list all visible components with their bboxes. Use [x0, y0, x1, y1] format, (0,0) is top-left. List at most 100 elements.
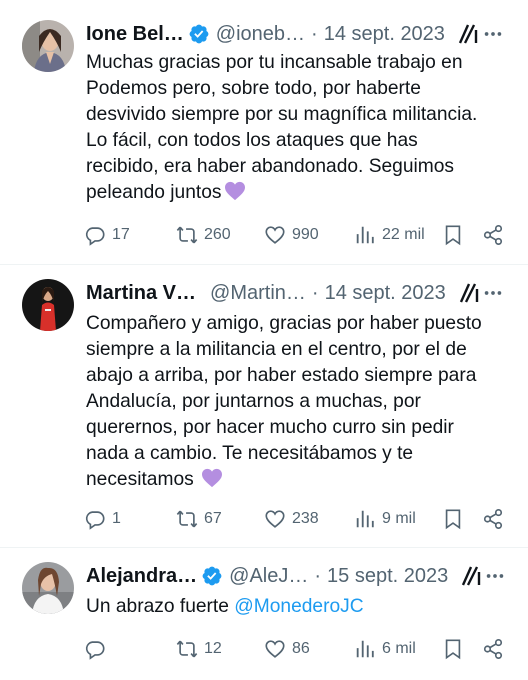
author-handle[interactable]: @Martin… [210, 282, 306, 305]
author-handle[interactable]: @AleJ… [229, 565, 308, 588]
heart-icon [265, 510, 285, 528]
tweet-actions: 17 260 990 22 mil [84, 222, 504, 248]
views-chart-icon [356, 226, 374, 244]
avatar[interactable] [22, 279, 74, 331]
retweet-count: 12 [204, 640, 222, 657]
tweet-text-line: Compañero y amigo, gracias por haber pue… [86, 313, 482, 334]
tweet-text-fragment: necesitamos [86, 469, 194, 490]
tweet-text-line: Lo fácil, con todos los ataques que has [86, 130, 418, 151]
retweet-icon [176, 226, 198, 244]
tweet-header: Ione Bel… @ioneb… · 14 sept. 2023 [86, 20, 504, 48]
timestamp[interactable]: 15 sept. 2023 [327, 565, 448, 588]
bookmark-button[interactable] [442, 222, 464, 248]
tweet-actions: 12 86 6 mil [84, 636, 504, 662]
tweet-text-line: recibido, era haber abandonado. Seguimos [86, 156, 455, 177]
grok-icon[interactable] [460, 564, 484, 588]
heart-icon [265, 226, 285, 244]
tweet-text-line: querernos, por hacer mucho curro sin ped… [86, 417, 454, 438]
purple-heart-emoji-icon [202, 468, 223, 488]
tweet-text-line: siempre a la militancia en el centro, po… [86, 339, 467, 360]
tweet-text-line: Podemos pero, sobre todo, por haberte [86, 78, 421, 99]
reply-button[interactable]: 1 [84, 506, 121, 532]
tweet-text-line: Muchas gracias por tu incansable trabajo… [86, 52, 463, 73]
bookmark-button[interactable] [442, 506, 464, 532]
share-button[interactable] [482, 636, 504, 662]
retweet-button[interactable]: 12 [176, 636, 222, 662]
share-icon [483, 509, 503, 529]
separator: · [311, 22, 318, 45]
retweet-count: 260 [204, 226, 231, 243]
views-chart-icon [356, 640, 374, 658]
like-button[interactable]: 86 [264, 636, 310, 662]
heart-icon [265, 640, 285, 658]
retweet-button[interactable]: 260 [176, 222, 231, 248]
like-button[interactable]: 990 [264, 222, 319, 248]
author-name[interactable]: Alejandra… [86, 565, 197, 588]
retweet-count: 67 [204, 510, 222, 527]
like-button[interactable]: 238 [264, 506, 319, 532]
purple-heart-emoji-icon [224, 181, 245, 201]
tweet-text-line: abajo a arriba, por haber estado siempre… [86, 365, 477, 386]
more-options-icon[interactable] [484, 565, 506, 587]
tweet-text-line: nada a cambio. Te necesitábamos y te [86, 443, 414, 464]
views-button[interactable]: 22 mil [354, 222, 425, 248]
mention-link[interactable]: @MonederoJC [234, 596, 363, 617]
tweet-actions: 1 67 238 9 mil [84, 506, 504, 532]
views-count: 6 mil [382, 640, 416, 657]
author-name[interactable]: Ione Bel… [86, 23, 184, 46]
views-chart-icon [356, 510, 374, 528]
tweet[interactable]: Ione Bel… @ioneb… · 14 sept. 2023 Muchas… [0, 0, 528, 265]
tweet-text-line: desvivido siempre por su magnífica milit… [86, 104, 478, 125]
tweet-text-line: Un abrazo fuerte @MonederoJC [86, 594, 504, 620]
separator: · [311, 281, 319, 304]
views-button[interactable]: 6 mil [354, 636, 416, 662]
more-options-icon[interactable] [482, 23, 504, 45]
grok-icon[interactable] [458, 281, 482, 305]
grok-icon[interactable] [457, 22, 481, 46]
views-count: 9 mil [382, 510, 416, 527]
retweet-icon [176, 640, 198, 658]
tweet-text-line: Andalucía, por juntarnos a muchas, por [86, 391, 421, 412]
avatar[interactable] [22, 20, 74, 72]
verified-badge-icon [202, 566, 222, 586]
reply-button[interactable] [84, 636, 112, 662]
tweet-text-line: peleando juntos [86, 180, 504, 206]
tweet[interactable]: Alejandra… @AleJ… · 15 sept. 2023 Un abr… [0, 548, 528, 680]
bookmark-icon [445, 509, 461, 530]
author-handle[interactable]: @ioneb… [216, 23, 305, 46]
share-button[interactable] [482, 222, 504, 248]
views-count: 22 mil [382, 226, 425, 243]
tweet-text: Un abrazo fuerte @MonederoJC [86, 594, 504, 620]
reply-icon [85, 511, 105, 530]
bookmark-icon [445, 639, 461, 660]
verified-badge-icon [189, 24, 209, 44]
retweet-icon [176, 510, 198, 528]
like-count: 990 [292, 226, 319, 243]
tweet-text: Compañero y amigo, gracias por haber pue… [86, 311, 504, 493]
reply-count: 17 [112, 226, 130, 243]
reply-count: 1 [112, 510, 121, 527]
share-icon [483, 639, 503, 659]
author-name[interactable]: Martina V… [86, 282, 196, 305]
reply-button[interactable]: 17 [84, 222, 130, 248]
tweet-text-fragment: Un abrazo fuerte [86, 596, 235, 617]
reply-icon [85, 641, 105, 660]
tweet-text-line: necesitamos [86, 467, 504, 493]
tweet-header: Martina V… @Martin… · 14 sept. 2023 [86, 279, 504, 307]
bookmark-icon [445, 225, 461, 246]
avatar[interactable] [22, 562, 74, 614]
like-count: 238 [292, 510, 319, 527]
timestamp[interactable]: 14 sept. 2023 [325, 282, 446, 305]
share-icon [483, 225, 503, 245]
tweet-header: Alejandra… @AleJ… · 15 sept. 2023 [86, 562, 504, 590]
like-count: 86 [292, 640, 310, 657]
tweet-text: Muchas gracias por tu incansable trabajo… [86, 50, 504, 206]
separator: · [314, 564, 322, 587]
views-button[interactable]: 9 mil [354, 506, 416, 532]
retweet-button[interactable]: 67 [176, 506, 222, 532]
share-button[interactable] [482, 506, 504, 532]
more-options-icon[interactable] [482, 282, 504, 304]
bookmark-button[interactable] [442, 636, 464, 662]
reply-icon [85, 227, 105, 246]
timestamp[interactable]: 14 sept. 2023 [324, 23, 445, 46]
